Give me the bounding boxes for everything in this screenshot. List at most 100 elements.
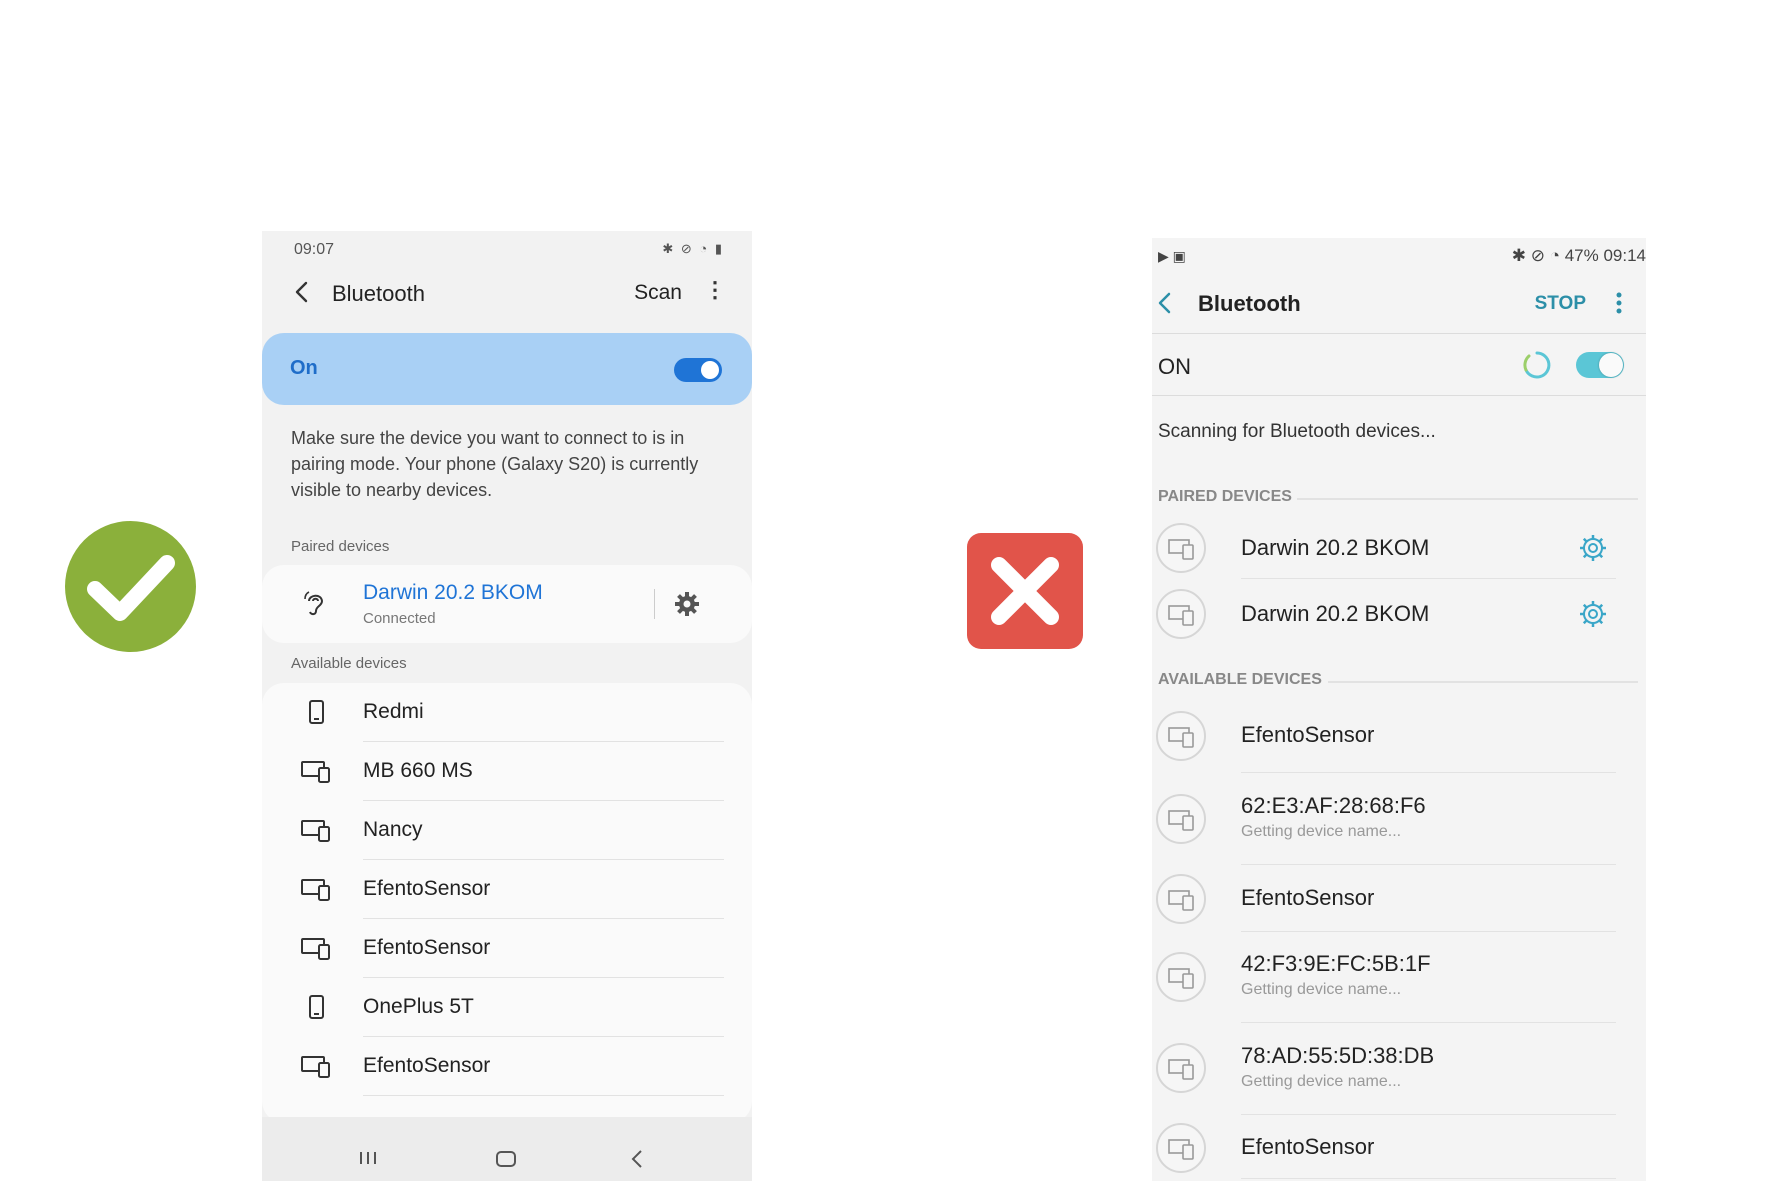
row-separator xyxy=(1241,1178,1616,1179)
more-options-icon[interactable]: ⋮ xyxy=(704,279,726,307)
gear-icon[interactable] xyxy=(1579,534,1607,562)
x-mark-icon xyxy=(991,557,1059,625)
devices-icon xyxy=(301,820,330,842)
device-avatar xyxy=(1156,794,1206,844)
paired-device-status: Connected xyxy=(363,610,436,627)
list-item[interactable]: MB 660 MS xyxy=(262,742,752,801)
device-avatar xyxy=(1156,1043,1206,1093)
device-avatar xyxy=(1156,589,1206,639)
row-divider xyxy=(654,589,655,619)
on-label: ON xyxy=(1158,354,1191,379)
on-label: On xyxy=(290,357,318,379)
list-item[interactable]: EfentoSensor xyxy=(262,860,752,919)
list-item[interactable]: EfentoSensor xyxy=(1152,865,1646,932)
available-devices-header: AVAILABLE DEVICES xyxy=(1158,671,1322,688)
available-devices-header: Available devices xyxy=(291,655,407,672)
divider xyxy=(1152,395,1646,396)
paired-devices-header: PAIRED DEVICES xyxy=(1158,488,1292,505)
list-item[interactable]: EfentoSensor xyxy=(262,1037,752,1096)
devices-icon xyxy=(301,761,330,783)
device-name: MB 660 MS xyxy=(363,759,473,782)
device-name: EfentoSensor xyxy=(363,877,491,900)
device-name: OnePlus 5T xyxy=(363,995,474,1018)
list-item[interactable]: EfentoSensor xyxy=(1152,700,1646,773)
correct-checkmark-badge xyxy=(65,521,196,652)
devices-icon xyxy=(1168,968,1194,989)
navigation-bar xyxy=(262,1117,752,1181)
paired-device-row[interactable]: Darwin 20.2 BKOM xyxy=(1152,518,1646,579)
back-arrow-icon[interactable] xyxy=(290,277,314,307)
home-icon[interactable] xyxy=(496,1151,516,1167)
devices-icon xyxy=(301,1056,330,1078)
devices-icon xyxy=(301,938,330,960)
devices-icon xyxy=(1168,1139,1194,1160)
list-item[interactable]: EfentoSensor xyxy=(1152,1115,1646,1181)
device-subtitle: Getting device name... xyxy=(1241,1073,1402,1090)
gear-icon[interactable] xyxy=(674,591,700,617)
bluetooth-toggle[interactable] xyxy=(1576,352,1624,378)
list-item[interactable]: Nancy xyxy=(262,801,752,860)
left-phone-screen: 09:07 ✱ ⊘ ◔ ▮ Bluetooth Scan ⋮ On Make s… xyxy=(262,231,752,1181)
device-name: EfentoSensor xyxy=(363,1054,491,1077)
row-separator xyxy=(363,1095,724,1096)
list-item[interactable]: EfentoSensor xyxy=(262,919,752,978)
battery-time: 47% 09:14 xyxy=(1564,246,1646,265)
device-name: EfentoSensor xyxy=(1241,885,1375,910)
more-options-icon[interactable] xyxy=(1614,290,1624,316)
device-name: 62:E3:AF:28:68:F6 xyxy=(1241,793,1426,818)
device-name: EfentoSensor xyxy=(1241,1134,1375,1159)
status-notification-icons: ▶ ▣ xyxy=(1158,248,1186,264)
back-arrow-icon[interactable] xyxy=(1156,290,1172,316)
device-avatar xyxy=(1156,523,1206,573)
available-devices-list: Redmi MB 660 MS Nancy EfentoSensor Efent… xyxy=(262,683,752,1123)
nav-back-icon[interactable] xyxy=(630,1149,644,1169)
status-right: ✱ ⊘ ◔ 47% 09:14 xyxy=(1511,246,1646,265)
section-line xyxy=(1297,498,1638,500)
list-item[interactable]: 42:F3:9E:FC:5B:1F Getting device name... xyxy=(1152,931,1646,1023)
gear-icon[interactable] xyxy=(1579,600,1607,628)
list-item[interactable]: Redmi xyxy=(262,683,752,742)
checkmark-icon xyxy=(87,555,175,621)
devices-icon xyxy=(301,879,330,901)
device-name: 42:F3:9E:FC:5B:1F xyxy=(1241,951,1431,976)
scan-button[interactable]: Scan xyxy=(634,281,682,305)
list-item[interactable]: 78:AD:55:5D:38:DB Getting device name... xyxy=(1152,1023,1646,1115)
device-name: EfentoSensor xyxy=(1241,722,1375,747)
recents-icon[interactable] xyxy=(358,1151,378,1165)
devices-icon xyxy=(1168,539,1194,560)
device-name: Nancy xyxy=(363,818,423,841)
right-phone-screen: ▶ ▣ ✱ ⊘ ◔ 47% 09:14 Bluetooth STOP ON Sc… xyxy=(1152,238,1646,1181)
divider xyxy=(1152,333,1646,334)
devices-icon xyxy=(1168,1059,1194,1080)
bluetooth-master-switch[interactable]: On xyxy=(262,333,752,405)
list-item[interactable]: OnePlus 5T xyxy=(262,978,752,1037)
device-avatar xyxy=(1156,874,1206,924)
row-separator xyxy=(1241,578,1616,579)
device-name: 78:AD:55:5D:38:DB xyxy=(1241,1043,1435,1068)
stop-button[interactable]: STOP xyxy=(1535,293,1586,315)
device-avatar xyxy=(1156,711,1206,761)
incorrect-x-badge xyxy=(967,533,1083,649)
device-subtitle: Getting device name... xyxy=(1241,823,1402,840)
status-time: 09:07 xyxy=(294,241,335,258)
section-line xyxy=(1328,681,1638,683)
device-avatar xyxy=(1156,952,1206,1002)
list-item[interactable]: 62:E3:AF:28:68:F6 Getting device name... xyxy=(1152,773,1646,865)
devices-icon xyxy=(1168,605,1194,626)
paired-device-name: Darwin 20.2 BKOM xyxy=(363,581,543,604)
scanning-status: Scanning for Bluetooth devices... xyxy=(1158,421,1436,442)
paired-device-row[interactable]: Darwin 20.2 BKOM xyxy=(1152,584,1646,644)
paired-device-row[interactable]: Darwin 20.2 BKOM Connected xyxy=(262,565,752,643)
device-subtitle: Getting device name... xyxy=(1241,981,1402,998)
paired-devices-header: Paired devices xyxy=(291,538,390,555)
devices-icon xyxy=(1168,890,1194,911)
hearing-icon xyxy=(304,591,324,616)
loading-spinner-icon xyxy=(1523,351,1551,379)
bluetooth-toggle[interactable] xyxy=(674,358,722,382)
page-title: Bluetooth xyxy=(1198,291,1301,316)
devices-icon xyxy=(1168,727,1194,748)
status-icons: ✱ ⊘ ◔ ▮ xyxy=(662,241,724,256)
pairing-description: Make sure the device you want to connect… xyxy=(291,428,699,500)
devices-icon xyxy=(1168,810,1194,831)
device-name: Darwin 20.2 BKOM xyxy=(1241,601,1430,626)
